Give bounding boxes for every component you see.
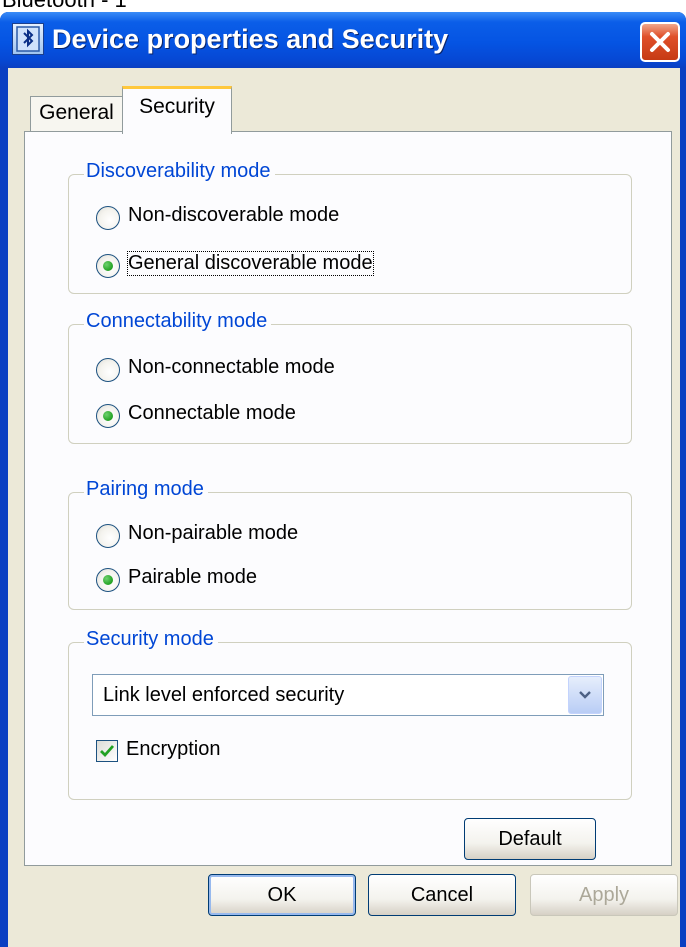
radio-label: General discoverable mode bbox=[127, 251, 374, 276]
default-button[interactable]: Default bbox=[464, 818, 596, 860]
window-title: Device properties and Security bbox=[52, 24, 449, 54]
bluetooth-device-icon bbox=[12, 23, 44, 55]
tab-security[interactable]: Security bbox=[122, 86, 232, 134]
background-window-text: Bluetooth - 1 bbox=[2, 0, 127, 12]
radio-button[interactable] bbox=[96, 206, 120, 230]
connectability-group-title: Connectability mode bbox=[84, 310, 272, 333]
encryption-checkbox[interactable] bbox=[96, 740, 118, 762]
radio-selected-dot bbox=[103, 261, 113, 271]
radio-button[interactable] bbox=[96, 524, 120, 548]
radio-button[interactable] bbox=[96, 254, 120, 278]
radio-label: Non-pairable mode bbox=[128, 522, 299, 544]
security-mode-select-value: Link level enforced security bbox=[103, 684, 345, 706]
ok-button[interactable]: OK bbox=[208, 874, 356, 916]
radio-selected-dot bbox=[103, 411, 113, 421]
radio-label: Non-connectable mode bbox=[128, 356, 335, 378]
apply-button[interactable]: Apply bbox=[530, 874, 678, 916]
background-text-strip: Bluetooth - 1 bbox=[0, 0, 686, 12]
radio-button[interactable] bbox=[96, 358, 120, 382]
encryption-label: Encryption bbox=[126, 738, 221, 760]
cancel-button[interactable]: Cancel bbox=[368, 874, 516, 916]
pairing-group bbox=[68, 492, 632, 610]
radio-label: Non-discoverable mode bbox=[128, 204, 340, 226]
discoverability-group-title: Discoverability mode bbox=[84, 160, 275, 183]
checkmark-icon bbox=[100, 745, 115, 758]
close-button[interactable] bbox=[640, 22, 680, 62]
dropdown-button[interactable] bbox=[568, 676, 602, 714]
dialog-client-area: General Security Discoverability mode No… bbox=[8, 68, 680, 947]
security-mode-group-title: Security mode bbox=[84, 628, 218, 651]
discoverability-group bbox=[68, 174, 632, 294]
radio-button[interactable] bbox=[96, 568, 120, 592]
connectability-group bbox=[68, 324, 632, 444]
radio-label: Pairable mode bbox=[128, 566, 257, 588]
chevron-down-icon bbox=[579, 691, 591, 699]
radio-label: Connectable mode bbox=[128, 402, 296, 424]
title-bar[interactable]: Device properties and Security bbox=[0, 12, 686, 68]
radio-selected-dot bbox=[103, 575, 113, 585]
close-icon bbox=[650, 32, 670, 52]
security-mode-group bbox=[68, 642, 632, 800]
pairing-group-title: Pairing mode bbox=[84, 478, 208, 501]
security-mode-select[interactable]: Link level enforced security bbox=[92, 674, 604, 716]
radio-button[interactable] bbox=[96, 404, 120, 428]
dialog-window: Device properties and Security General S… bbox=[0, 12, 686, 947]
tab-general[interactable]: General bbox=[30, 96, 123, 132]
